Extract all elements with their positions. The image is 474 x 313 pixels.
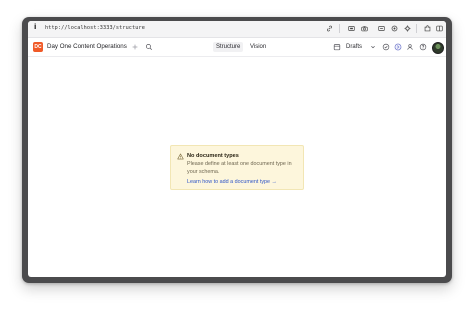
workspace-title[interactable]: Day One Content Operations xyxy=(47,43,127,50)
settings-icon[interactable] xyxy=(404,25,411,32)
avatar[interactable] xyxy=(432,42,444,54)
plus-icon[interactable] xyxy=(131,43,139,51)
browser-window: i http://localhost:3333/structure DC Day… xyxy=(28,21,446,277)
panel-icon[interactable] xyxy=(378,25,385,32)
check-circle-icon[interactable] xyxy=(382,43,390,51)
notice-title: No document types xyxy=(187,153,239,159)
empty-state-card: No document types Please define at least… xyxy=(170,145,304,190)
help-icon[interactable] xyxy=(419,43,427,51)
workspace-logo[interactable]: DC xyxy=(33,42,43,52)
toolbar-divider xyxy=(416,24,417,33)
releases-icon[interactable] xyxy=(394,43,402,51)
tab-structure[interactable]: Structure xyxy=(213,42,244,52)
camera-icon[interactable] xyxy=(361,25,368,32)
link-icon[interactable] xyxy=(326,25,333,32)
chevron-down-icon[interactable] xyxy=(369,43,377,51)
sidebar-icon[interactable] xyxy=(436,25,443,32)
presence-icon[interactable] xyxy=(406,43,414,51)
address-bar[interactable]: i http://localhost:3333/structure xyxy=(28,21,446,38)
screenshot-icon[interactable] xyxy=(348,25,355,32)
target-icon[interactable] xyxy=(391,25,398,32)
perspective-select[interactable]: Drafts xyxy=(346,42,362,52)
warning-icon xyxy=(177,153,184,160)
search-icon[interactable] xyxy=(145,43,153,51)
learn-more-link[interactable]: Learn how to add a document type → xyxy=(187,179,277,185)
notice-body: Please define at least one document type… xyxy=(187,161,292,175)
tab-vision[interactable]: Vision xyxy=(247,42,269,52)
calendar-icon[interactable] xyxy=(333,43,341,51)
studio-navbar: DC Day One Content Operations Structure … xyxy=(28,38,446,57)
url-text[interactable]: http://localhost:3333/structure xyxy=(45,25,145,31)
extension-icon[interactable] xyxy=(424,25,431,32)
site-info-icon[interactable]: i xyxy=(34,23,36,31)
toolbar-divider xyxy=(339,24,340,33)
